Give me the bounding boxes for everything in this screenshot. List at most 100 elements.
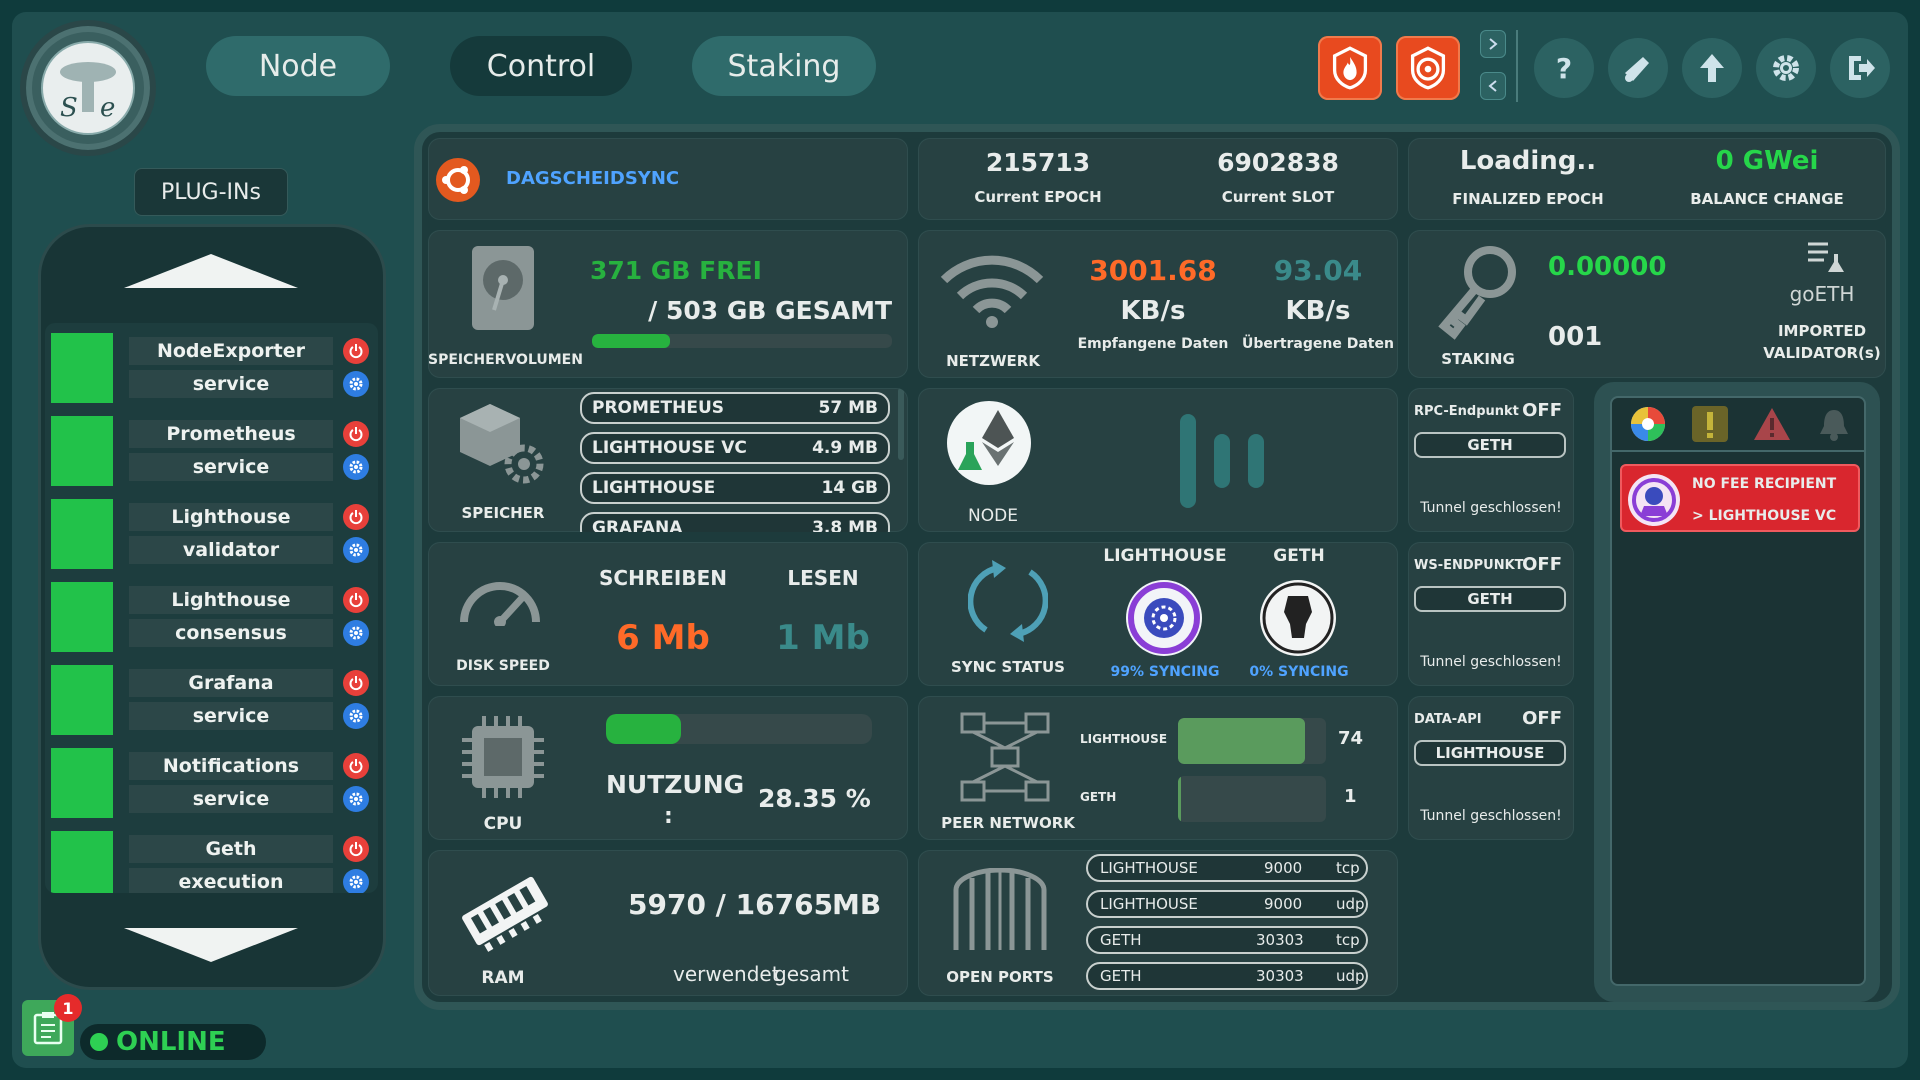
storage-item-size: 14 GB [821, 478, 879, 498]
rpc-tunnel-status: Tunnel geschlossen! [1420, 500, 1562, 516]
gear-icon [349, 626, 363, 640]
storage-total: / 503 GB GESAMT [648, 296, 892, 325]
plugin-settings-button[interactable] [343, 371, 369, 397]
bell-filter-button[interactable] [1814, 404, 1854, 444]
update-button[interactable] [1682, 38, 1742, 98]
plugin-settings-button[interactable] [343, 869, 369, 893]
power-icon [349, 759, 363, 774]
plugin-settings-button[interactable] [343, 537, 369, 563]
all-alerts-filter-button[interactable] [1628, 404, 1668, 444]
power-button[interactable] [343, 338, 369, 364]
staking-tile: STAKING 0.00000 001 goETH IMPORTED VALID… [1408, 230, 1886, 378]
node-name-tile: DAGSCHEIDSYNC [428, 138, 908, 220]
plugin-item: Lighthouse validator [51, 499, 372, 569]
plugin-item: Notifications service [51, 748, 372, 818]
power-icon [349, 676, 363, 691]
geth-client-icon [1260, 580, 1336, 656]
storage-item-size: 57 MB [818, 398, 878, 418]
ws-endpoint-toggle[interactable]: OFF [1522, 554, 1562, 575]
finalized-epoch-value: Loading.. [1459, 146, 1597, 176]
port-entry: GETH 30303 tcp [1086, 926, 1368, 954]
storage-item-name: PROMETHEUS [592, 398, 725, 418]
ram-icon [462, 876, 548, 952]
plugin-settings-button[interactable] [343, 703, 369, 729]
epoch-tile: 215713 Current EPOCH 6902838 Current SLO… [918, 138, 1398, 220]
gear-icon [349, 460, 363, 474]
storage-cube-icon [460, 404, 544, 484]
read-label: LESEN [787, 566, 859, 590]
power-button[interactable] [343, 421, 369, 447]
help-icon: ? [1556, 52, 1572, 85]
port-number: 30303 [1256, 931, 1304, 949]
ws-endpoint-title: WS-ENDPUNKT [1414, 558, 1524, 573]
power-button[interactable] [343, 753, 369, 779]
balance-change-label: BALANCE CHANGE [1690, 190, 1844, 208]
power-button[interactable] [343, 587, 369, 613]
storage-label: SPEICHER [461, 504, 545, 522]
balance-change-value: 0 GWei [1715, 146, 1819, 176]
tab-control[interactable]: Control [450, 36, 632, 96]
flame-shield-icon [1332, 46, 1368, 90]
scroll-up-button[interactable] [124, 252, 298, 292]
plugin-name: Grafana [129, 669, 333, 697]
chevron-left-icon [1488, 80, 1497, 92]
ethereum-node-icon [947, 401, 1031, 485]
tab-staking[interactable]: Staking [692, 36, 876, 96]
plugin-item: NodeExporter service [51, 333, 372, 403]
plugin-settings-button[interactable] [343, 786, 369, 812]
finalized-epoch-label: FINALIZED EPOCH [1452, 190, 1604, 208]
port-entry: LIGHTHOUSE 9000 tcp [1086, 854, 1368, 882]
plugin-type: validator [129, 536, 333, 564]
plugin-type: consensus [129, 619, 333, 647]
tab-node[interactable]: Node [206, 36, 390, 96]
plugin-name: NodeExporter [129, 337, 333, 365]
cpu-tile: CPU NUTZUNG : 28.35 % [428, 696, 908, 840]
peer-network-label: PEER NETWORK [941, 814, 1075, 832]
plugin-settings-button[interactable] [343, 454, 369, 480]
help-button[interactable]: ? [1534, 38, 1594, 98]
port-protocol: udp [1336, 895, 1365, 913]
announcements-button[interactable] [1608, 38, 1668, 98]
settings-button[interactable] [1756, 38, 1816, 98]
peer-client2-fill [1178, 776, 1181, 822]
epoch-value: 215713 [985, 148, 1091, 177]
power-button[interactable] [343, 504, 369, 530]
fire-alert-button[interactable] [1318, 36, 1382, 100]
storage-item: GRAFANA 3.8 MB [580, 512, 890, 532]
staking-balance: 0.00000 [1548, 252, 1667, 282]
slot-value: 6902838 [1217, 148, 1339, 177]
peer-network-tile: PEER NETWORK LIGHTHOUSE 74 GETH 1 [918, 696, 1398, 840]
swirl-alert-button[interactable] [1396, 36, 1460, 100]
alert-item-no-fee-recipient[interactable]: NO FEE RECIPIENT > LIGHTHOUSE VC [1620, 464, 1860, 532]
peer-client2-name: GETH [1080, 790, 1117, 804]
power-button[interactable] [343, 836, 369, 862]
logout-button[interactable] [1830, 38, 1890, 98]
key-icon [1438, 246, 1516, 340]
scroll-right-button[interactable] [1480, 30, 1506, 58]
data-api-client-button[interactable]: LIGHTHOUSE [1414, 740, 1566, 766]
read-value: 1 Mb [776, 618, 870, 658]
power-icon [349, 344, 363, 359]
plugin-settings-button[interactable] [343, 620, 369, 646]
cpu-usage-colon: : [664, 804, 673, 829]
peer-client1-name: LIGHTHOUSE [1080, 732, 1168, 746]
data-api-toggle[interactable]: OFF [1522, 708, 1562, 729]
svg-text:?: ? [1556, 52, 1572, 85]
lighthouse-client-icon [1126, 580, 1202, 656]
plugin-item: Prometheus service [51, 416, 372, 486]
port-number: 30303 [1256, 967, 1304, 985]
storage-item-size: 4.9 MB [812, 438, 878, 458]
warning-filter-button[interactable] [1690, 404, 1730, 444]
storage-scrollbar[interactable] [898, 388, 904, 460]
lighthouse-alert-icon [1628, 474, 1680, 526]
online-label: ONLINE [116, 1027, 226, 1057]
rpc-endpoint-toggle[interactable]: OFF [1522, 400, 1562, 421]
scroll-left-button[interactable] [1480, 72, 1506, 100]
rpc-client-button[interactable]: GETH [1414, 432, 1566, 458]
scroll-down-button[interactable] [124, 924, 298, 964]
ws-client-button[interactable]: GETH [1414, 586, 1566, 612]
storage-free: 371 GB FREI [590, 256, 762, 285]
critical-filter-button[interactable] [1752, 404, 1792, 444]
gear-icon [349, 792, 363, 806]
power-button[interactable] [343, 670, 369, 696]
